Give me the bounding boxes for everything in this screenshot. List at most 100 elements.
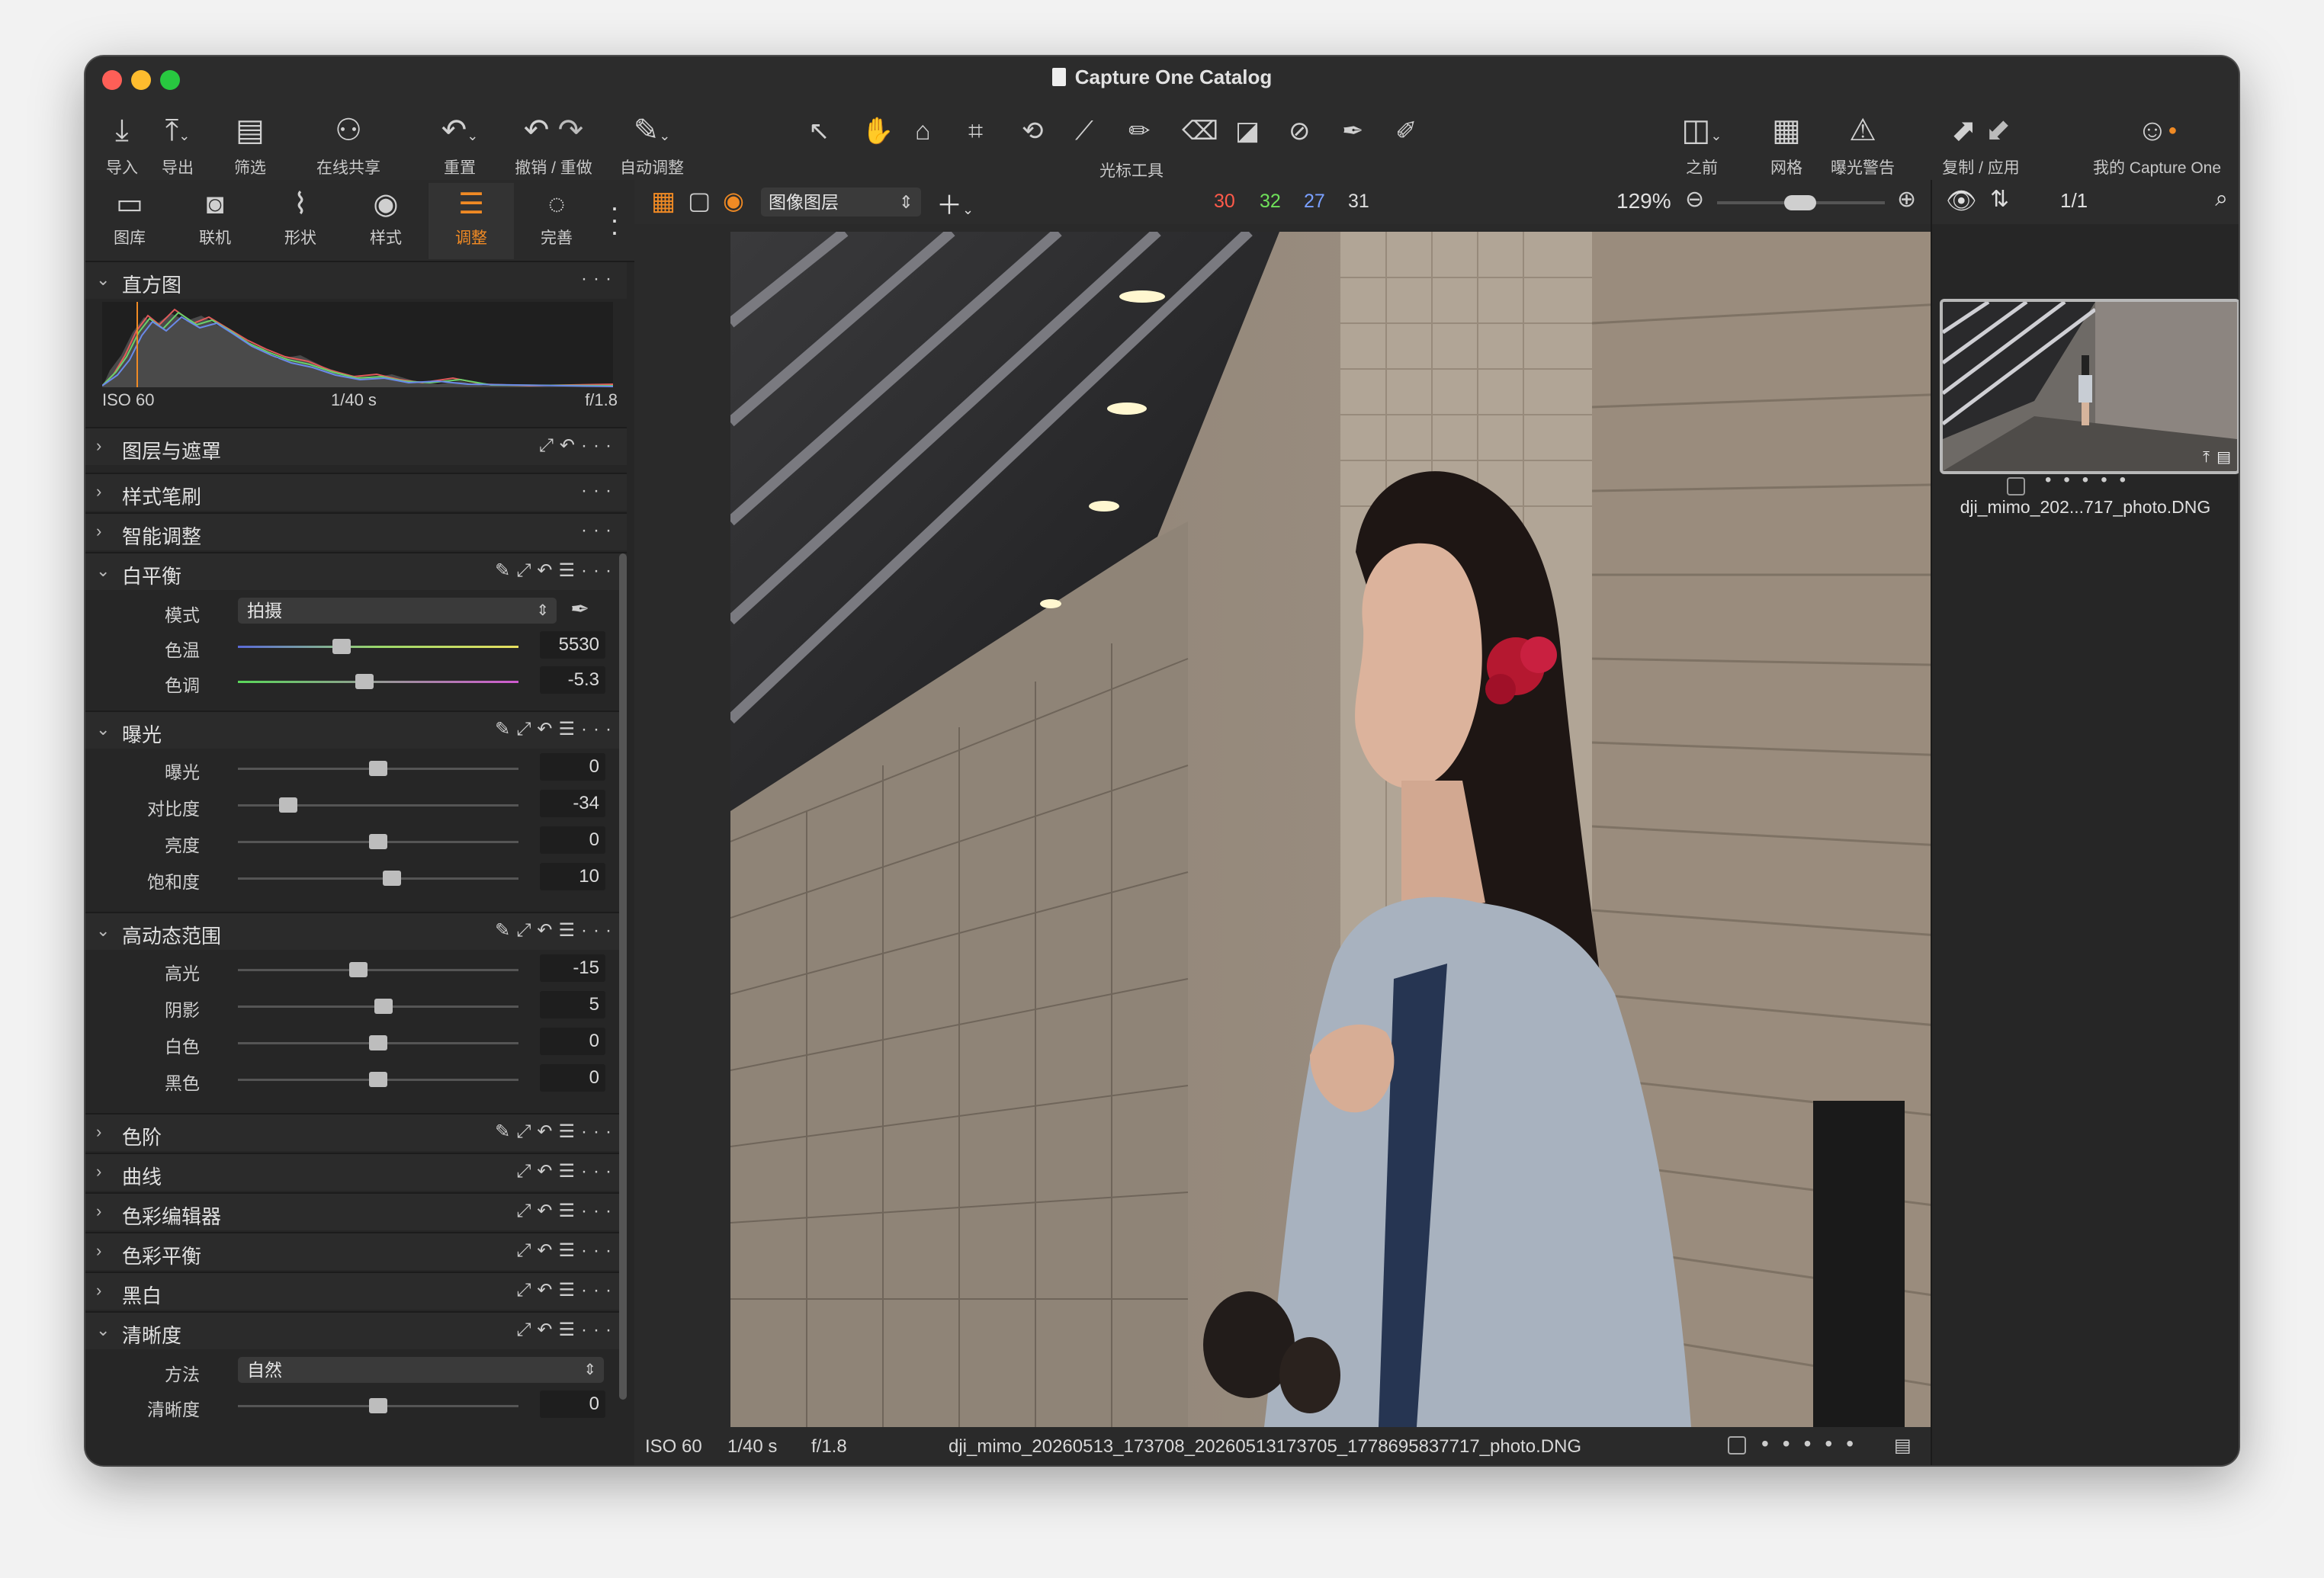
import-button[interactable]: ⤓ 导入 (99, 111, 145, 178)
brightness-slider[interactable] (238, 834, 518, 849)
single-view-icon[interactable]: ▢ (688, 186, 711, 215)
loupe-cursor-icon[interactable]: ⌂ (915, 116, 931, 146)
more-icon[interactable]: ··· (581, 268, 618, 290)
crop-cursor-icon[interactable]: ⌗ (968, 116, 983, 146)
footer-tag-icon[interactable]: ▤ (1894, 1435, 1912, 1457)
filter-button[interactable]: ▤ 筛选 (227, 111, 273, 178)
tab-styles[interactable]: ◉ 样式 (343, 183, 429, 259)
color-balance-section[interactable]: › 色彩平衡 ⤢↶☰··· (85, 1232, 627, 1270)
rotate-cursor-icon[interactable]: ⟲ (1022, 116, 1044, 146)
highlights-value[interactable]: -15 (540, 954, 605, 982)
section-actions[interactable]: ✎⤢↶☰··· (495, 1121, 618, 1143)
add-layer-icon[interactable]: ＋⌄ (936, 184, 974, 222)
footer-checkbox[interactable] (1728, 1436, 1746, 1455)
tab-refine[interactable]: ◌ 完善 (514, 183, 599, 259)
export-button[interactable]: ⤒⌄ 导出 (152, 111, 203, 178)
thumb-rating-dots[interactable]: ••••• (2045, 470, 2138, 491)
section-actions[interactable]: ⤢↶☰··· (516, 1200, 618, 1222)
copy-apply-button[interactable]: ⬈ ⬋ 复制 / 应用 (1935, 111, 2027, 178)
more-icon[interactable]: ··· (581, 480, 618, 502)
share-button[interactable]: ⚇ 在线共享 (307, 111, 390, 178)
highlights-slider[interactable] (238, 962, 518, 977)
whites-value[interactable]: 0 (540, 1028, 605, 1055)
picker-cursor-icon[interactable]: ⊘ (1289, 116, 1311, 146)
search-icon[interactable]: ⌕ (2215, 186, 2228, 212)
before-button[interactable]: ◫⌄ 之前 (1671, 111, 1732, 178)
levels-section[interactable]: › 色阶 ✎⤢↶☰··· (85, 1113, 627, 1151)
brightness-knob[interactable] (369, 834, 387, 849)
clarity-knob[interactable] (369, 1398, 387, 1413)
tab-library[interactable]: ▭ 图库 (87, 183, 172, 259)
shadows-value[interactable]: 5 (540, 991, 605, 1018)
curves-section[interactable]: › 曲线 ⤢↶☰··· (85, 1153, 627, 1191)
blacks-slider[interactable] (238, 1072, 518, 1087)
blacks-knob[interactable] (369, 1072, 387, 1087)
exposure-knob[interactable] (369, 761, 387, 776)
whites-slider[interactable] (238, 1035, 518, 1050)
clarity-value[interactable]: 0 (540, 1390, 605, 1418)
zoom-knob[interactable] (1784, 195, 1816, 210)
style-brush-section[interactable]: › 样式笔刷 ··· (85, 473, 627, 511)
temperature-value[interactable]: 5530 (540, 631, 605, 659)
hand-cursor-icon[interactable]: ✋ (862, 116, 894, 146)
contrast-knob[interactable] (279, 797, 298, 813)
zoom-level[interactable]: 129% (1616, 189, 1671, 213)
footer-rating-dots[interactable]: ••••• (1761, 1432, 1867, 1456)
eye-icon[interactable]: 👁 (1946, 186, 1977, 215)
saturation-value[interactable]: 10 (540, 863, 605, 890)
brush-cursor-icon[interactable]: ✏ (1128, 116, 1151, 146)
eyedropper-icon[interactable]: ✒ (570, 596, 589, 623)
clarity-section[interactable]: ⌄ 清晰度 ⤢↶☰··· (85, 1311, 627, 1349)
more-icon[interactable]: ··· (581, 520, 618, 541)
thumbnail[interactable]: ⤒ ▤ (1940, 299, 2239, 474)
tint-slider[interactable] (238, 674, 518, 689)
tint-knob[interactable] (355, 674, 374, 689)
undo-redo-button[interactable]: ↶ ↷ 撤销 / 重做 (508, 111, 599, 178)
image-viewer[interactable] (730, 232, 2011, 1427)
sort-icon[interactable]: ⇅ (1990, 186, 2009, 213)
more-tabs-icon[interactable]: · · · (610, 194, 619, 245)
zoom-slider[interactable] (1717, 195, 1885, 210)
section-actions[interactable]: ⤢↶☰··· (516, 1240, 618, 1262)
wb-picker-cursor-icon[interactable]: ✒ (1342, 116, 1364, 146)
temperature-knob[interactable] (332, 639, 351, 654)
thumb-checkbox[interactable] (2007, 477, 2025, 496)
auto-adjust-button[interactable]: ✎⌄ 自动调整 (610, 111, 694, 178)
exposure-section[interactable]: ⌄ 曝光 ✎⤢↶☰··· (85, 710, 627, 749)
select-cursor-icon[interactable]: ↖ (808, 116, 830, 146)
layers-masks-section[interactable]: › 图层与遮罩 ⤢↶··· (85, 427, 627, 465)
section-actions[interactable]: ✎⤢↶☰··· (495, 560, 618, 582)
bw-section[interactable]: › 黑白 ⤢↶☰··· (85, 1272, 627, 1310)
blacks-value[interactable]: 0 (540, 1064, 605, 1092)
layers-actions[interactable]: ⤢↶··· (539, 435, 618, 457)
exposure-slider[interactable] (238, 761, 518, 776)
brightness-value[interactable]: 0 (540, 826, 605, 854)
annotate-cursor-icon[interactable]: ✐ (1395, 116, 1417, 146)
saturation-knob[interactable] (383, 871, 402, 886)
account-button[interactable]: ☺● 我的 Capture One (2085, 111, 2229, 178)
tab-tether[interactable]: ◙ 联机 (172, 183, 258, 259)
exposure-warning-button[interactable]: ⚠ 曝光警告 (1821, 111, 1905, 178)
temperature-slider[interactable] (238, 639, 518, 654)
histogram-header[interactable]: ⌄ 直方图 ··· (85, 262, 627, 299)
clarity-method-select[interactable]: 自然 ⇕ (238, 1357, 604, 1383)
smart-adjust-section[interactable]: › 智能调整 ··· (85, 512, 627, 550)
white-balance-section[interactable]: ⌄ 白平衡 ✎⤢↶☰··· (85, 552, 627, 590)
contrast-value[interactable]: -34 (540, 790, 605, 817)
eraser-cursor-icon[interactable]: ⌫ (1182, 116, 1218, 146)
section-actions[interactable]: ✎⤢↶☰··· (495, 919, 618, 941)
tab-adjust[interactable]: ☰ 调整 (429, 183, 514, 259)
keystone-cursor-icon[interactable]: ⟋ (1075, 116, 1093, 146)
shadows-knob[interactable] (374, 999, 393, 1014)
color-editor-section[interactable]: › 色彩编辑器 ⤢↶☰··· (85, 1192, 627, 1230)
wb-mode-select[interactable]: 拍摄 ⇕ (238, 598, 557, 624)
tint-value[interactable]: -5.3 (540, 666, 605, 694)
section-actions[interactable]: ⤢↶☰··· (516, 1160, 618, 1182)
contrast-slider[interactable] (238, 797, 518, 813)
tools-scrollbar[interactable] (619, 553, 627, 1400)
layer-select[interactable]: 图像图层 ⇕ (761, 188, 921, 216)
overlay-view-icon[interactable]: ◉ (723, 186, 744, 215)
shadows-slider[interactable] (238, 999, 518, 1014)
section-actions[interactable]: ⤢↶☰··· (516, 1319, 618, 1341)
gradient-cursor-icon[interactable]: ◪ (1235, 116, 1260, 146)
